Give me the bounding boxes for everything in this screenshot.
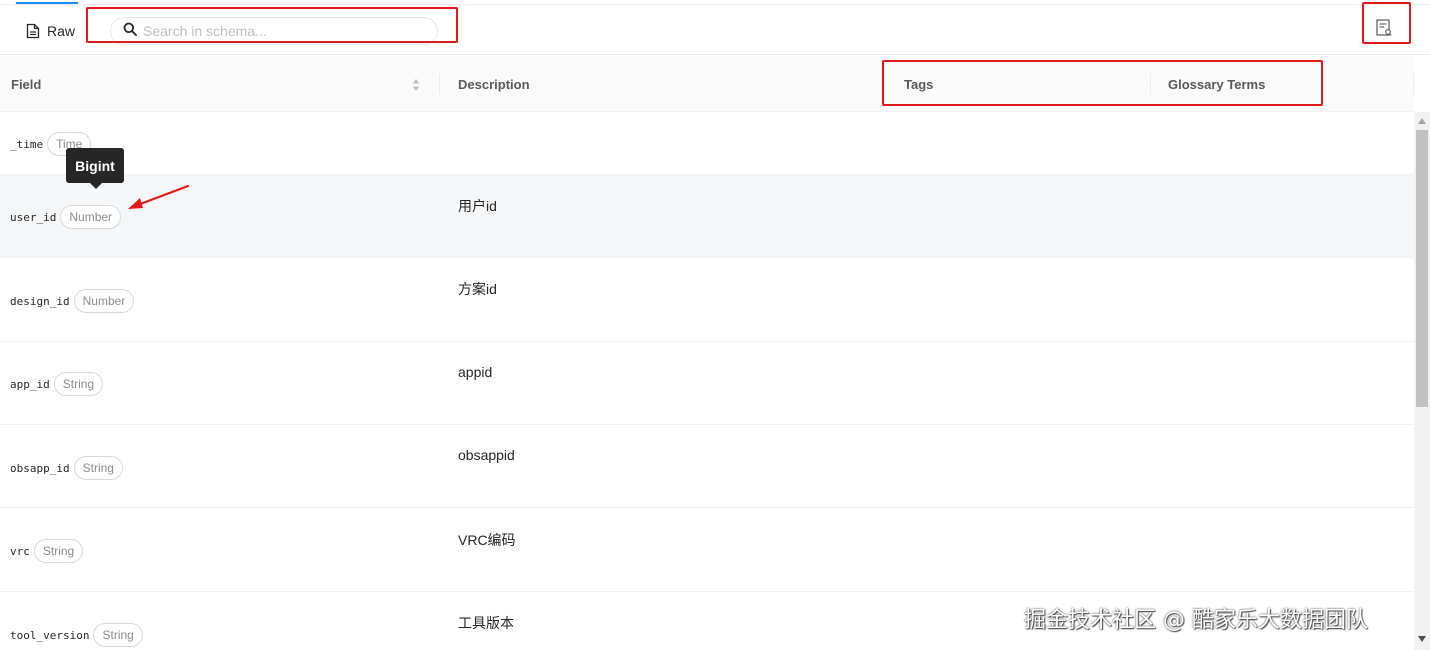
type-badge[interactable]: String (53, 372, 104, 396)
field-cell: obsapp_id String (10, 456, 123, 480)
field-cell: user_id Number (10, 205, 122, 229)
field-name: obsapp_id (10, 461, 70, 475)
highlight-search-box (86, 7, 458, 43)
type-tooltip: Bigint (66, 148, 124, 189)
column-divider (439, 74, 440, 94)
type-badge[interactable]: String (73, 456, 123, 480)
column-header-description: Description (458, 56, 530, 112)
field-cell: design_id Number (10, 289, 135, 313)
watermark: 掘金技术社区 @ 酷家乐大数据团队 (1024, 608, 1368, 633)
type-badge[interactable]: Number (73, 289, 135, 313)
column-description-label: Description (458, 76, 530, 92)
raw-label: Raw (47, 23, 76, 39)
field-name: app_id (10, 377, 50, 391)
table-row[interactable]: _time Time (0, 112, 1414, 175)
sort-icon[interactable] (411, 77, 421, 93)
field-name: user_id (10, 210, 57, 224)
vertical-scrollbar[interactable] (1414, 112, 1430, 650)
field-cell: tool_version String (10, 623, 143, 647)
table-row[interactable]: design_id Number 方案id (0, 258, 1414, 342)
table-row[interactable]: obsapp_id String obsappid (0, 425, 1414, 508)
annotation-arrow (128, 184, 190, 209)
field-description[interactable]: obsappid (458, 447, 515, 463)
highlight-tags-glossary (882, 60, 1323, 106)
type-badge[interactable]: String (33, 539, 84, 563)
scroll-up-icon[interactable] (1418, 118, 1426, 124)
field-name: _time (10, 137, 44, 151)
field-description[interactable]: appid (458, 364, 492, 380)
scrollbar-thumb[interactable] (1416, 130, 1428, 407)
schema-table-body: _time Time user_id Number 用户id design_id… (0, 112, 1414, 650)
type-badge[interactable]: Number (60, 205, 122, 229)
column-divider (1413, 74, 1414, 94)
field-description[interactable]: 方案id (458, 279, 497, 299)
scroll-down-icon[interactable] (1418, 636, 1426, 642)
field-name: tool_version (10, 628, 90, 642)
field-description[interactable]: VRC编码 (458, 530, 516, 550)
document-icon (26, 23, 40, 39)
field-description[interactable]: 工具版本 (458, 613, 514, 633)
type-badge[interactable]: String (93, 623, 143, 647)
field-cell: vrc String (10, 539, 84, 563)
field-cell: app_id String (10, 372, 104, 396)
raw-button[interactable]: Raw (26, 19, 75, 43)
field-name: design_id (10, 294, 70, 308)
field-description[interactable]: 用户id (458, 196, 497, 216)
column-field-label: Field (11, 76, 42, 92)
table-row[interactable]: app_id String appid (0, 342, 1414, 425)
table-row[interactable]: user_id Number 用户id (0, 175, 1414, 258)
column-header-field[interactable]: Field (11, 56, 41, 112)
highlight-schema-icon (1362, 2, 1411, 44)
active-tab-indicator (16, 2, 78, 4)
table-row[interactable]: vrc String VRC编码 (0, 508, 1414, 592)
field-name: vrc (10, 544, 30, 558)
